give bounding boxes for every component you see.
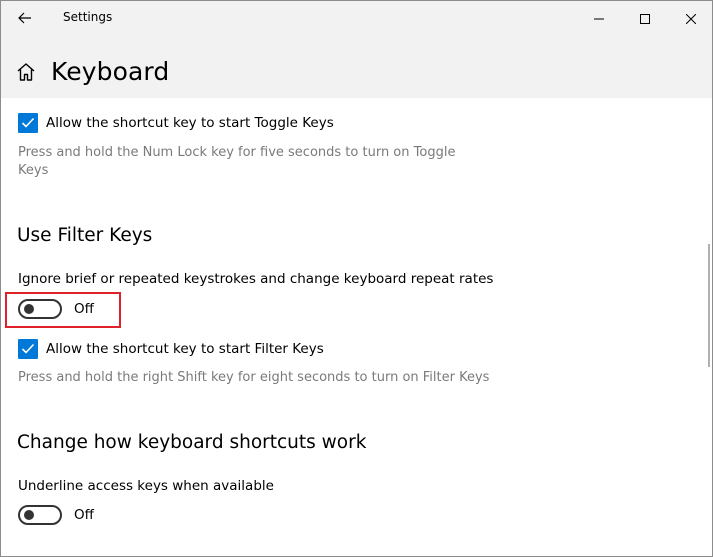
toggle-keys-shortcut-label: Allow the shortcut key to start Toggle K…	[46, 115, 334, 131]
checkbox-checked-icon[interactable]	[18, 339, 38, 359]
description-line: Keys	[18, 163, 49, 178]
title-bar: Settings	[1, 1, 712, 35]
toggle-keys-shortcut-checkbox[interactable]: Allow the shortcut key to start Toggle K…	[18, 113, 334, 133]
close-button[interactable]	[668, 1, 712, 35]
scrollbar-thumb[interactable]	[708, 244, 710, 367]
underline-access-keys-toggle-state: Off	[74, 507, 94, 523]
maximize-button[interactable]	[622, 1, 668, 35]
home-icon[interactable]	[15, 60, 39, 84]
settings-content: Allow the shortcut key to start Toggle K…	[1, 98, 712, 556]
page-header: Keyboard	[15, 57, 169, 86]
toggle-keys-shortcut-description: Press and hold the Num Lock key for five…	[18, 144, 455, 180]
filter-keys-shortcut-checkbox[interactable]: Allow the shortcut key to start Filter K…	[18, 339, 324, 359]
minimize-button[interactable]	[576, 1, 622, 35]
toggle-knob	[24, 510, 34, 520]
filter-keys-shortcut-description: Press and hold the right Shift key for e…	[18, 370, 490, 385]
description-line: Press and hold the Num Lock key for five…	[18, 145, 456, 160]
filter-keys-setting-label: Ignore brief or repeated keystrokes and …	[18, 271, 494, 287]
filter-keys-toggle[interactable]: Off	[18, 299, 94, 319]
back-button[interactable]	[1, 1, 49, 35]
maximize-icon	[640, 9, 650, 28]
filter-keys-shortcut-label: Allow the shortcut key to start Filter K…	[46, 341, 324, 357]
minimize-icon	[594, 9, 604, 28]
app-title: Settings	[63, 10, 113, 24]
toggle-knob	[24, 304, 34, 314]
page-title: Keyboard	[51, 57, 170, 86]
checkbox-checked-icon[interactable]	[18, 113, 38, 133]
filter-keys-toggle-state: Off	[74, 301, 94, 317]
toggle-switch[interactable]	[18, 505, 62, 525]
close-icon	[685, 9, 697, 28]
toggle-switch[interactable]	[18, 299, 62, 319]
underline-access-keys-toggle[interactable]: Off	[18, 505, 94, 525]
shortcuts-heading: Change how keyboard shortcuts work	[17, 432, 367, 453]
back-arrow-icon	[18, 9, 32, 28]
underline-access-keys-label: Underline access keys when available	[18, 478, 274, 494]
filter-keys-heading: Use Filter Keys	[17, 225, 153, 246]
settings-window: Settings Keyboard Allow the shortcut key…	[0, 0, 713, 557]
